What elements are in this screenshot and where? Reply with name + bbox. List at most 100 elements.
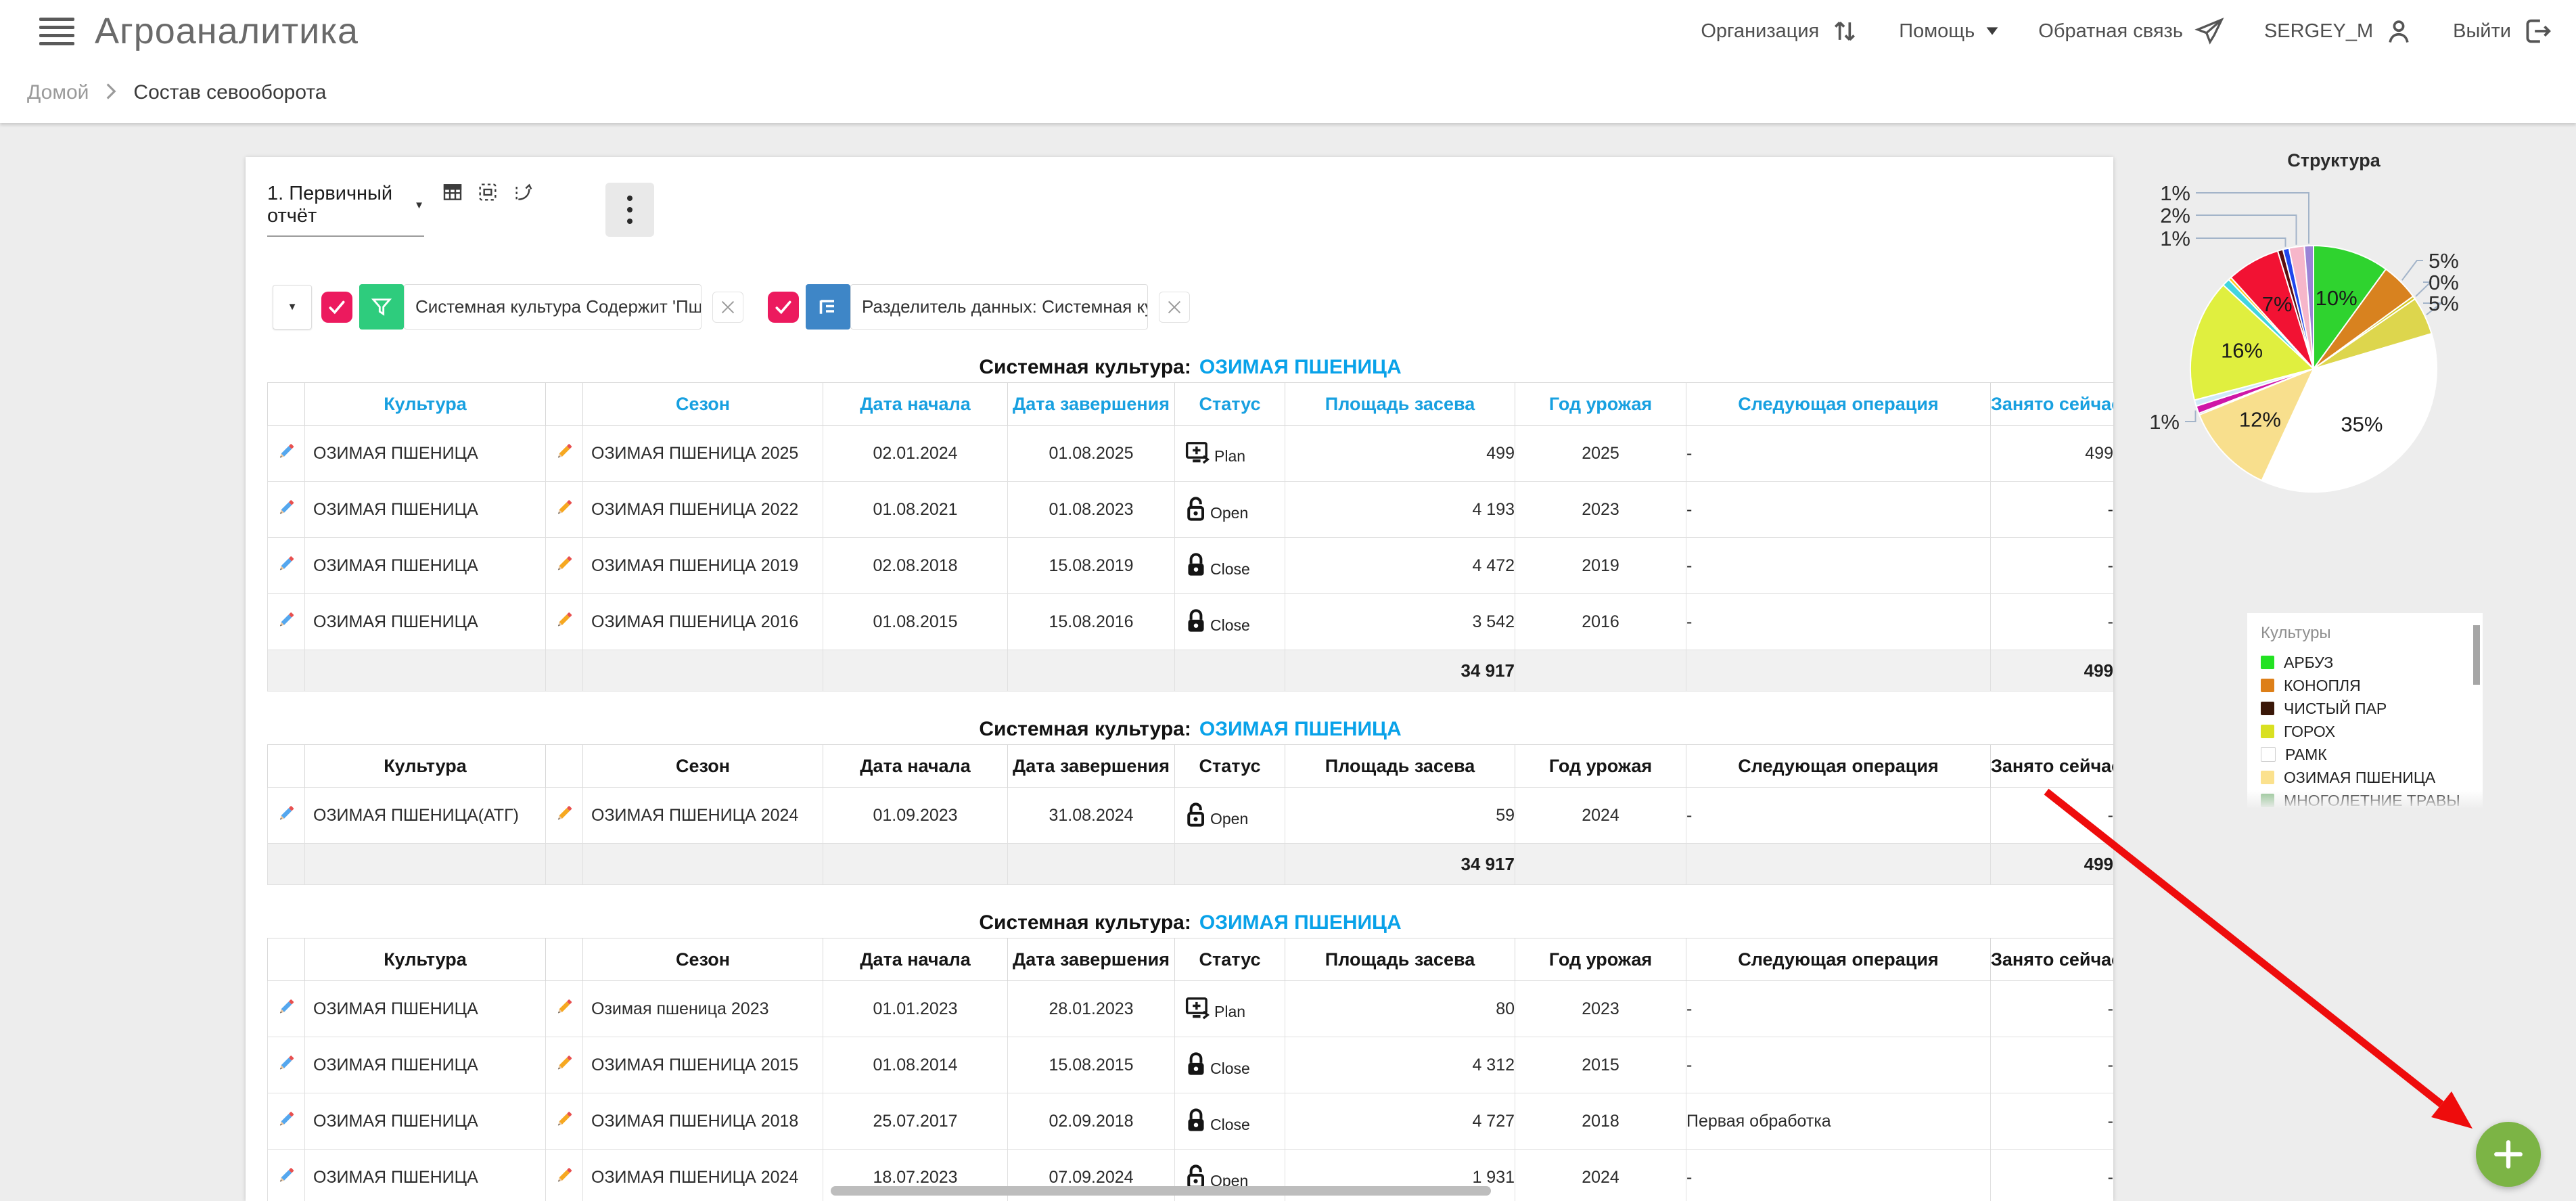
edit-icon[interactable] [276, 553, 296, 574]
legend-scrollbar[interactable] [2473, 625, 2480, 685]
edit-icon[interactable] [276, 610, 296, 630]
legend-item[interactable]: РАМК [2261, 743, 2483, 766]
column-header[interactable]: Занято сейчас [1991, 383, 2114, 426]
edit-icon[interactable] [554, 1053, 574, 1073]
column-header[interactable]: Площадь засева [1285, 745, 1515, 788]
edit-culture-cell[interactable] [268, 594, 305, 650]
column-header[interactable]: Занято сейчас [1991, 938, 2114, 981]
column-header[interactable]: Сезон [583, 383, 823, 426]
edit-icon[interactable] [276, 1109, 296, 1129]
column-header[interactable]: Следующая операция [1686, 938, 1991, 981]
column-header[interactable]: Год урожая [1515, 383, 1686, 426]
column-header[interactable]: Культура [305, 383, 546, 426]
nav-user[interactable]: SERGEY_M [2264, 16, 2414, 46]
table-row[interactable]: ОЗИМАЯ ПШЕНИЦАОЗИМАЯ ПШЕНИЦА 201902.08.2… [268, 538, 2114, 594]
table-row[interactable]: ОЗИМАЯ ПШЕНИЦАОЗИМАЯ ПШЕНИЦА 202502.01.2… [268, 426, 2114, 482]
horizontal-scrollbar[interactable] [831, 1186, 1491, 1196]
filter-dropdown-button[interactable]: ▼ [273, 285, 312, 330]
column-header[interactable]: Год урожая [1515, 938, 1686, 981]
more-options-button[interactable] [605, 183, 654, 237]
legend-item[interactable]: ОЗИМАЯ ПШЕНИЦА [2261, 766, 2483, 789]
edit-culture-cell[interactable] [268, 1150, 305, 1201]
edit-icon[interactable] [276, 1053, 296, 1073]
edit-icon[interactable] [554, 610, 574, 630]
edit-season-cell[interactable] [546, 1093, 583, 1150]
report-select[interactable]: 1. Первичный отчёт ▼ [267, 183, 424, 237]
column-header[interactable]: Год урожая [1515, 745, 1686, 788]
nav-help[interactable]: Помощь [1899, 20, 1999, 43]
edit-icon[interactable] [554, 553, 574, 574]
column-header[interactable]: Дата завершения [1008, 383, 1175, 426]
table-row[interactable]: ОЗИМАЯ ПШЕНИЦАОЗИМАЯ ПШЕНИЦА 202201.08.2… [268, 482, 2114, 538]
edit-culture-cell[interactable] [268, 426, 305, 482]
edit-culture-cell[interactable] [268, 1093, 305, 1150]
column-header[interactable]: Статус [1175, 938, 1285, 981]
edit-culture-cell[interactable] [268, 981, 305, 1037]
edit-season-cell[interactable] [546, 788, 583, 844]
column-header[interactable]: Дата начала [823, 938, 1008, 981]
edit-icon[interactable] [554, 497, 574, 518]
data-splitter-field[interactable]: Разделитель данных: Системная культура [850, 284, 1148, 330]
filter-checkbox[interactable] [321, 292, 352, 323]
edit-icon[interactable] [554, 441, 574, 461]
edit-icon[interactable] [276, 497, 296, 518]
edit-culture-cell[interactable] [268, 538, 305, 594]
column-header[interactable]: Культура [305, 938, 546, 981]
edit-icon[interactable] [554, 1109, 574, 1129]
select-area-icon[interactable] [477, 181, 499, 206]
export-icon[interactable] [512, 181, 534, 206]
edit-culture-cell[interactable] [268, 788, 305, 844]
column-header[interactable]: Статус [1175, 383, 1285, 426]
filter-condition-field[interactable]: Системная культура Содержит 'Пшеница' [404, 284, 702, 330]
column-header[interactable]: Сезон [583, 745, 823, 788]
edit-season-cell[interactable] [546, 538, 583, 594]
column-header[interactable]: Дата завершения [1008, 938, 1175, 981]
column-header[interactable]: Культура [305, 745, 546, 788]
add-button[interactable] [2476, 1122, 2541, 1187]
column-header[interactable]: Статус [1175, 745, 1285, 788]
edit-season-cell[interactable] [546, 594, 583, 650]
column-header[interactable]: Следующая операция [1686, 383, 1991, 426]
remove-filter-button[interactable] [712, 292, 743, 323]
splitter-checkbox[interactable] [768, 292, 799, 323]
table-row[interactable]: ОЗИМАЯ ПШЕНИЦА(АТГ)ОЗИМАЯ ПШЕНИЦА 202401… [268, 788, 2114, 844]
menu-icon[interactable] [39, 18, 74, 45]
nav-feedback[interactable]: Обратная связь [2038, 16, 2225, 47]
column-header[interactable]: Следующая операция [1686, 745, 1991, 788]
column-header[interactable]: Площадь засева [1285, 383, 1515, 426]
table-view-icon[interactable] [442, 181, 463, 206]
edit-culture-cell[interactable] [268, 1037, 305, 1093]
edit-icon[interactable] [276, 803, 296, 823]
column-header[interactable]: Сезон [583, 938, 823, 981]
edit-icon[interactable] [276, 997, 296, 1017]
column-header[interactable]: Площадь засева [1285, 938, 1515, 981]
legend-item[interactable]: КОНОПЛЯ [2261, 674, 2483, 697]
nav-logout[interactable]: Выйти [2453, 16, 2553, 47]
edit-icon[interactable] [276, 441, 296, 461]
edit-icon[interactable] [554, 997, 574, 1017]
edit-icon[interactable] [554, 1165, 574, 1185]
column-header[interactable]: Занято сейчас [1991, 745, 2114, 788]
edit-season-cell[interactable] [546, 482, 583, 538]
nav-organization[interactable]: Организация [1701, 16, 1860, 46]
column-header[interactable]: Дата начала [823, 383, 1008, 426]
legend-item[interactable]: АРБУЗ [2261, 651, 2483, 674]
legend-item[interactable]: МНОГОЛЕТНИЕ ТРАВЫ [2261, 789, 2483, 808]
edit-culture-cell[interactable] [268, 482, 305, 538]
edit-icon[interactable] [276, 1165, 296, 1185]
table-row[interactable]: ОЗИМАЯ ПШЕНИЦАОзимая пшеница 202301.01.2… [268, 981, 2114, 1037]
table-row[interactable]: ОЗИМАЯ ПШЕНИЦАОЗИМАЯ ПШЕНИЦА 201825.07.2… [268, 1093, 2114, 1150]
remove-splitter-button[interactable] [1159, 292, 1190, 323]
table-row[interactable]: ОЗИМАЯ ПШЕНИЦАОЗИМАЯ ПШЕНИЦА 201601.08.2… [268, 594, 2114, 650]
column-header[interactable]: Дата завершения [1008, 745, 1175, 788]
edit-season-cell[interactable] [546, 1037, 583, 1093]
legend-item[interactable]: ГОРОХ [2261, 720, 2483, 743]
table-row[interactable]: ОЗИМАЯ ПШЕНИЦАОЗИМАЯ ПШЕНИЦА 201501.08.2… [268, 1037, 2114, 1093]
edit-season-cell[interactable] [546, 426, 583, 482]
legend-item[interactable]: ЧИСТЫЙ ПАР [2261, 697, 2483, 720]
edit-season-cell[interactable] [546, 1150, 583, 1201]
edit-season-cell[interactable] [546, 981, 583, 1037]
breadcrumb-home[interactable]: Домой [27, 81, 89, 104]
edit-icon[interactable] [554, 803, 574, 823]
column-header[interactable]: Дата начала [823, 745, 1008, 788]
